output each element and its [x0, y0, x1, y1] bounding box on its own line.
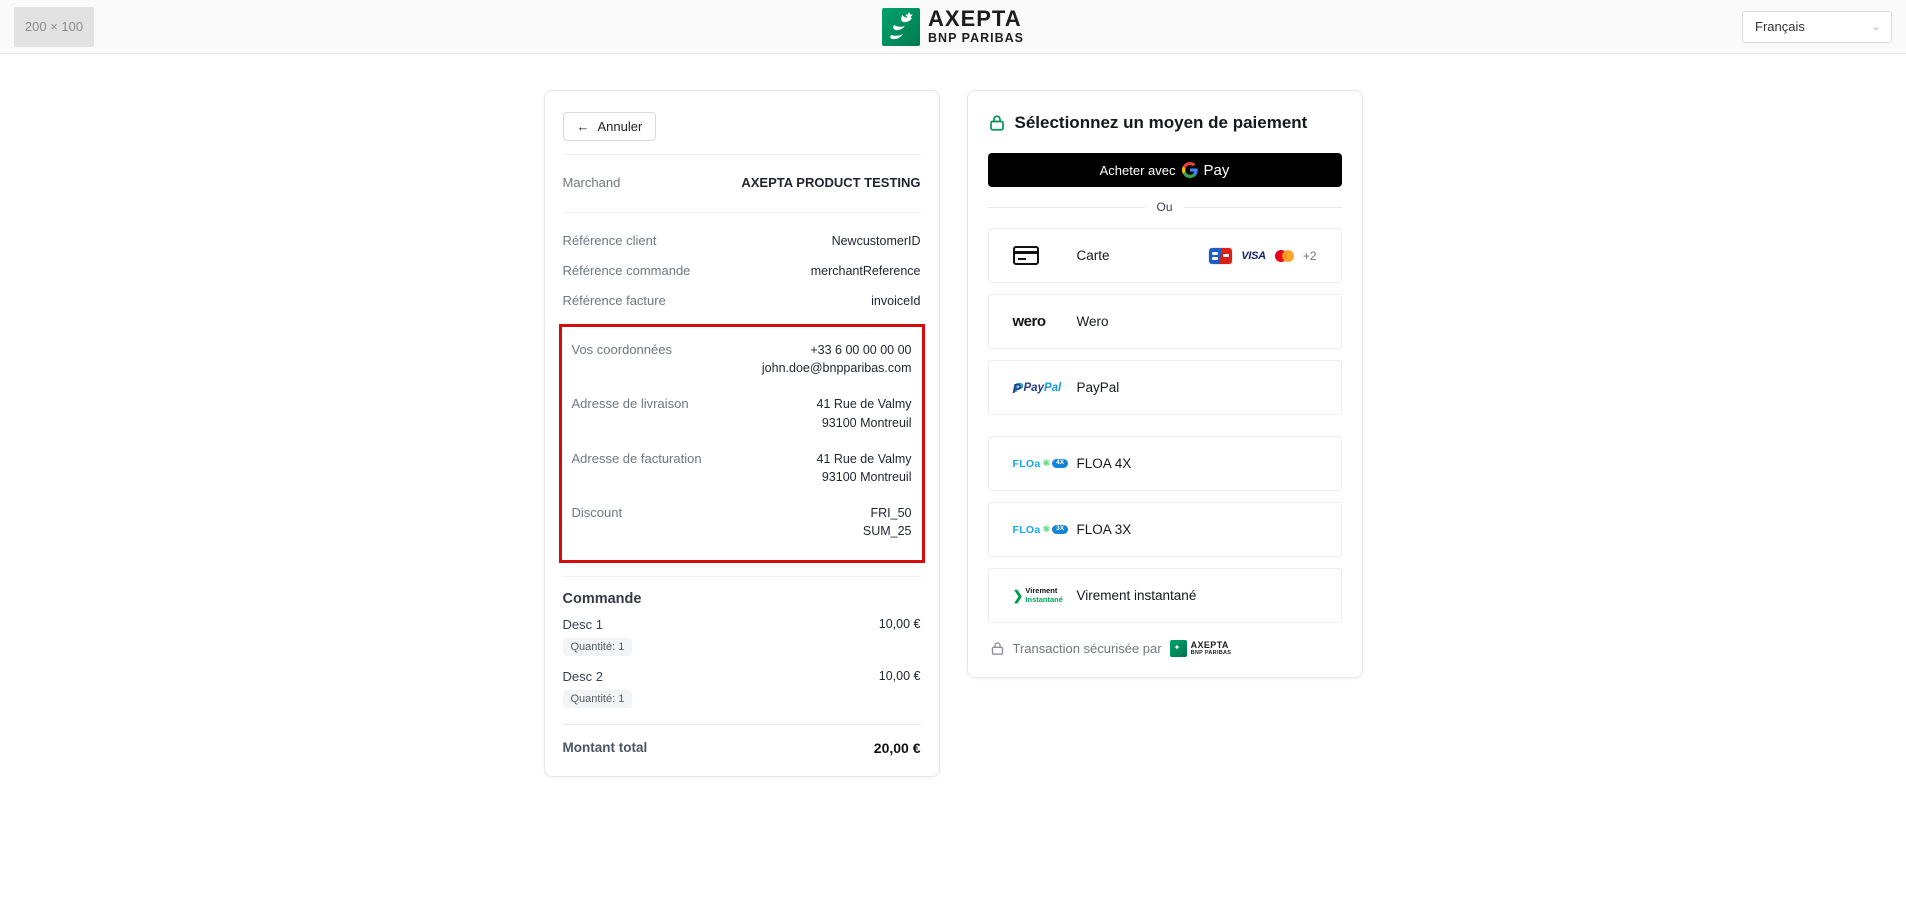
order-item: Desc 2 10,00 € Quantité: 1 [562, 669, 921, 709]
axepta-mini-logo: AXEPTA BNP PARIBAS [1169, 640, 1232, 657]
reference-facture-label: Référence facture [562, 293, 666, 309]
payment-method-floa-4x[interactable]: FLOa ❃ 4X FLOA 4X [987, 436, 1342, 491]
reference-commande-value: merchantReference [810, 263, 921, 278]
shipping-address-row: Adresse de livraison 41 Rue de Valmy 931… [572, 387, 912, 441]
shipping-address-value: 41 Rue de Valmy 93100 Montreuil [816, 397, 912, 430]
more-cards-count: +2 [1302, 248, 1317, 263]
secure-transaction-text: Transaction sécurisée par [1012, 641, 1162, 656]
contact-row: Vos coordonnées +33 6 00 00 00 00 john.d… [572, 333, 912, 387]
top-header: 200 × 100 AXEPTA BNP PARIBAS Français ⌄ [0, 0, 1906, 54]
total-label: Montant total [562, 740, 648, 756]
visa-icon: VISA [1241, 249, 1266, 262]
divider [562, 576, 921, 578]
method-label: PayPal [1076, 380, 1120, 395]
reference-commande-label: Référence commande [562, 262, 691, 278]
brand-subtitle: BNP PARIBAS [928, 31, 1024, 46]
floa-leaf-icon: ❃ [1042, 524, 1051, 534]
shipping-address-label: Adresse de livraison [571, 396, 689, 412]
divider [562, 211, 921, 213]
lock-icon [991, 642, 1003, 655]
axepta-logo: AXEPTA BNP PARIBAS [882, 6, 1024, 46]
paypal-monogram-icon: P P [1012, 380, 1024, 396]
billing-address-row: Adresse de facturation 41 Rue de Valmy 9… [572, 442, 912, 496]
cancel-button[interactable]: ← Annuler [562, 112, 657, 141]
payment-methods-card: Sélectionnez un moyen de paiement Achete… [966, 90, 1363, 678]
gpay-prefix: Acheter avec [1099, 162, 1176, 178]
secure-transaction-footer: Transaction sécurisée par AXEPTA BNP PAR… [988, 640, 1342, 657]
billing-address-label: Adresse de facturation [571, 450, 702, 466]
mastercard-icon [1274, 249, 1294, 262]
reference-client-label: Référence client [562, 232, 657, 248]
bnp-paribas-birds-icon [882, 7, 921, 46]
order-summary-card: ← Annuler Marchand AXEPTA PRODUCT TESTIN… [543, 90, 940, 778]
item-name: Desc 2 [562, 669, 603, 685]
floa-logo-icon: FLOa ❃ 3X [1013, 524, 1069, 536]
billing-address-value: 41 Rue de Valmy 93100 Montreuil [816, 451, 912, 484]
payment-method-paypal[interactable]: P P PayPal PayPal [987, 360, 1342, 415]
discount-label: Discount [571, 504, 623, 520]
cartes-bancaires-icon [1209, 247, 1233, 264]
or-divider: Ou [988, 200, 1342, 214]
reference-client-value: NewcustomerID [831, 233, 921, 248]
payment-method-carte[interactable]: Carte VISA +2 [987, 228, 1342, 283]
floa-leaf-icon: ❃ [1042, 458, 1051, 468]
chevron-down-icon: ⌄ [1871, 21, 1881, 33]
total-row: Montant total 20,00 € [562, 724, 921, 757]
bnp-paribas-mini-icon [1169, 640, 1187, 657]
item-name: Desc 1 [562, 617, 603, 633]
lock-icon [989, 115, 1004, 131]
language-select[interactable]: Français ⌄ [1742, 10, 1892, 43]
reference-row: Référence client NewcustomerID [563, 226, 921, 256]
merchant-row: Marchand AXEPTA PRODUCT TESTING [563, 168, 921, 199]
reference-row: Référence facture invoiceId [563, 286, 921, 316]
discount-row: Discount FRI_50 SUM_25 [572, 496, 912, 550]
highlighted-details-box: Vos coordonnées +33 6 00 00 00 00 john.d… [558, 324, 925, 564]
contact-value: +33 6 00 00 00 00 john.doe@bnpparibas.co… [761, 343, 912, 376]
method-label: Wero [1076, 314, 1109, 329]
divider [562, 154, 921, 155]
method-label: FLOA 3X [1076, 522, 1132, 537]
contact-label: Vos coordonnées [571, 342, 672, 358]
placeholder-image: 200 × 100 [14, 6, 94, 47]
total-value: 20,00 € [873, 740, 921, 757]
method-label: Virement instantané [1076, 588, 1197, 603]
paypal-wordmark-icon: PayPal [1023, 381, 1062, 394]
order-items-heading: Commande [562, 591, 642, 608]
discount-value: FRI_50 SUM_25 [862, 505, 912, 539]
cancel-button-label: Annuler [597, 119, 643, 134]
payment-title: Sélectionnez un moyen de paiement [1014, 113, 1308, 132]
quantity-badge: Quantité: 1 [562, 690, 633, 709]
payment-method-floa-3x[interactable]: FLOa ❃ 3X FLOA 3X [987, 502, 1342, 557]
virement-instantane-logo-icon: ❯ Virement Instantané [1012, 585, 1063, 604]
reference-row: Référence commande merchantReference [563, 256, 921, 286]
merchant-value: AXEPTA PRODUCT TESTING [741, 175, 921, 190]
floa-logo-icon: FLOa ❃ 4X [1013, 458, 1069, 470]
item-price: 10,00 € [878, 669, 921, 684]
merchant-label: Marchand [562, 175, 621, 190]
gpay-suffix: Pay [1203, 161, 1230, 179]
order-item: Desc 1 10,00 € Quantité: 1 [562, 617, 921, 657]
brand-title: AXEPTA [928, 6, 1022, 32]
method-label: FLOA 4X [1076, 456, 1132, 471]
credit-card-icon [1012, 246, 1039, 265]
google-pay-button[interactable]: Acheter avec Pay [987, 153, 1342, 187]
wero-logo-icon: wero [1012, 313, 1047, 330]
green-arrow-icon: ❯ [1012, 588, 1024, 603]
method-label: Carte [1076, 248, 1110, 263]
item-price: 10,00 € [878, 617, 921, 632]
payment-title-row: Sélectionnez un moyen de paiement [988, 113, 1342, 133]
quantity-badge: Quantité: 1 [562, 638, 633, 657]
google-g-icon [1181, 162, 1198, 178]
reference-facture-value: invoiceId [871, 294, 921, 309]
payment-method-virement-instantane[interactable]: ❯ Virement Instantané Virement instantan… [987, 568, 1342, 623]
language-selected-value: Français [1755, 19, 1805, 34]
arrow-left-icon: ← [576, 119, 590, 134]
payment-method-wero[interactable]: wero Wero [987, 294, 1342, 349]
main-content: ← Annuler Marchand AXEPTA PRODUCT TESTIN… [0, 54, 1906, 778]
